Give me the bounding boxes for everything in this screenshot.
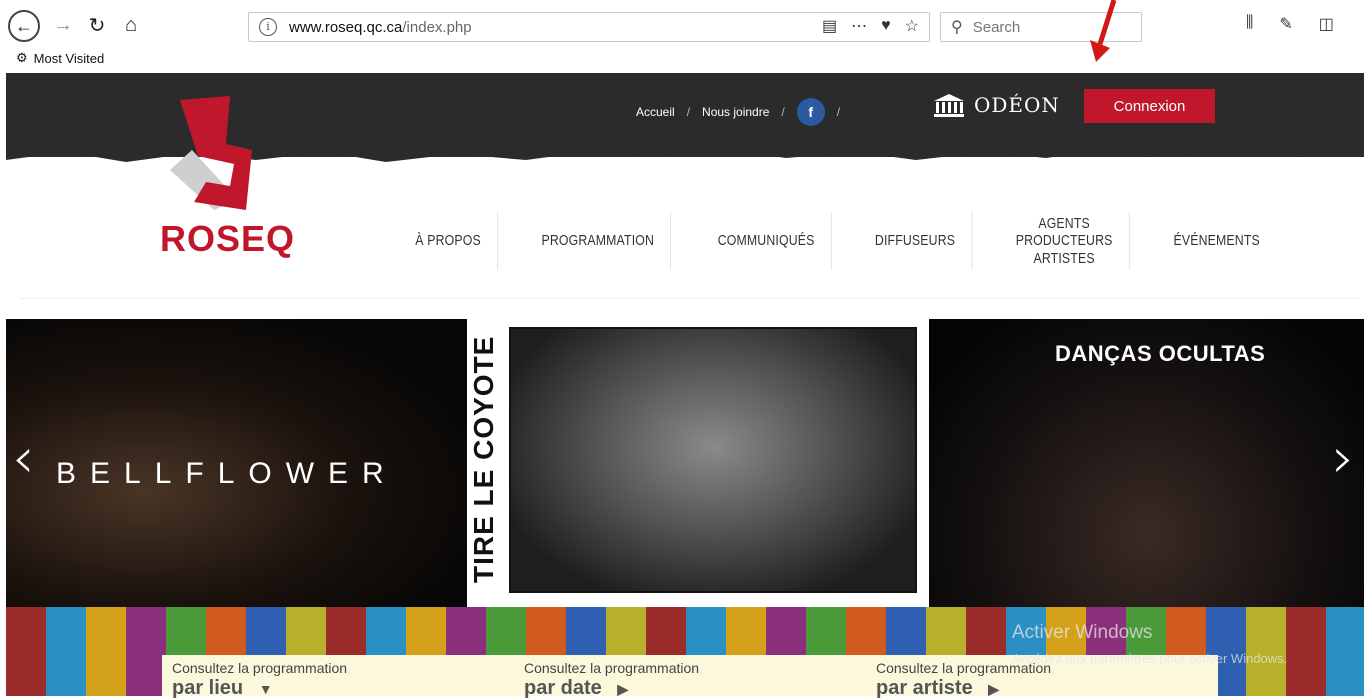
play-arrow-icon: ▶ (617, 681, 629, 697)
separator: / (781, 105, 785, 119)
connexion-button[interactable]: Connexion (1084, 89, 1215, 123)
windows-activation-title: Activer Windows (1012, 622, 1153, 643)
url-path: /index.php (402, 18, 472, 36)
library-icon[interactable]: ⫼ (1246, 14, 1253, 34)
forward-arrow-icon: → (53, 13, 73, 36)
top-links: Accueil / Nous joindre / f / (636, 98, 852, 126)
reader-view-icon[interactable]: ▤ (822, 16, 837, 36)
windows-activation-text: Accédez aux paramètres pour activer Wind… (1012, 651, 1288, 666)
slide-title-bellflower: BELLFLOWER (56, 457, 398, 490)
carousel[interactable]: BELLFLOWER TIRE LE COYOTE DANÇAS OCULTAS… (6, 319, 1364, 607)
slide-dancas-ocultas[interactable]: DANÇAS OCULTAS (929, 319, 1364, 607)
site-info-icon[interactable]: i (259, 18, 277, 36)
extension-icon[interactable]: ✎ (1279, 14, 1292, 34)
url-text[interactable]: www.roseq.qc.ca/index.php (289, 19, 472, 36)
browser-tools: ⫼ ✎ ◫ ⋮ (1246, 14, 1364, 34)
consult-label: Consultez la programmation (172, 660, 348, 676)
odeon-logo[interactable]: ODÉON (932, 92, 1060, 118)
play-arrow-icon: ▶ (988, 681, 1000, 697)
home-icon: ⌂ (124, 13, 138, 36)
logo-text[interactable]: ROSEQ (160, 218, 295, 260)
artist-portrait (511, 329, 915, 591)
consult-label: Consultez la programmation (524, 660, 700, 676)
reload-icon: ↻ (88, 14, 106, 37)
sidebar-icon[interactable]: ◫ (1319, 14, 1334, 34)
main-nav: À PROPOS PROGRAMMATION COMMUNIQUÉS DIFFU… (388, 212, 1290, 270)
slide-bellflower[interactable]: BELLFLOWER (6, 319, 467, 607)
facebook-icon[interactable]: f (796, 98, 825, 126)
nav-diffuseurs[interactable]: DIFFUSEURS (859, 212, 973, 270)
browser-toolbar: ← → ↻ ⌂ i www.roseq.qc.ca/index.php ▤ ⋯ … (0, 0, 1364, 66)
reload-button[interactable]: ↻ (84, 12, 110, 38)
nav-programmation[interactable]: PROGRAMMATION (525, 212, 672, 270)
pocket-icon[interactable]: ♥ (881, 17, 891, 35)
nav-a-propos[interactable]: À PROPOS (399, 212, 499, 270)
carousel-next-icon[interactable]: › (1332, 431, 1354, 487)
annotation-arrow (1090, 0, 1117, 62)
consult-title: par date ▶ (524, 677, 629, 699)
bookmark-most-visited[interactable]: ⚙ Most Visited (16, 50, 104, 66)
url-domain: www.roseq.qc.ca (289, 18, 403, 36)
slide-title-coyote: TIRE LE COYOTE (468, 335, 499, 583)
bookmark-label: Most Visited (33, 50, 105, 66)
back-arrow-icon: ← (15, 15, 33, 36)
slide-tire-le-coyote[interactable]: TIRE LE COYOTE (467, 319, 929, 607)
search-icon: ⚲ (951, 19, 963, 36)
consult-par-lieu[interactable]: Consultez la programmation par lieu ▼ (162, 655, 514, 699)
bookmark-star-icon[interactable]: ☆ (905, 16, 919, 36)
separator: / (686, 105, 691, 119)
forward-button[interactable]: → (50, 12, 76, 38)
gear-icon: ⚙ (16, 50, 28, 65)
nav-communiques[interactable]: COMMUNIQUÉS (702, 212, 833, 270)
odeon-building-icon (934, 94, 964, 117)
nav-evenements[interactable]: ÉVÉNEMENTS (1157, 212, 1276, 270)
page-actions-icon[interactable]: ⋯ (851, 16, 867, 36)
menu-icon[interactable]: ⋮ (1360, 14, 1364, 34)
dropdown-arrow-icon: ▼ (258, 681, 273, 697)
back-button[interactable]: ← (8, 10, 40, 42)
home-button[interactable]: ⌂ (118, 12, 144, 38)
link-nous-joindre[interactable]: Nous joindre (702, 105, 769, 119)
consult-title: par lieu ▼ (172, 677, 273, 699)
slide-title-dancas: DANÇAS OCULTAS (1055, 341, 1266, 366)
carousel-prev-icon[interactable]: ‹ (12, 431, 34, 487)
url-actions: ▤ ⋯ ♥ ☆ (822, 16, 919, 36)
odeon-label: ODÉON (974, 93, 1060, 117)
separator: / (836, 105, 841, 119)
consult-title: par artiste ▶ (876, 677, 1000, 699)
divider (20, 298, 1360, 301)
url-bar[interactable]: i www.roseq.qc.ca/index.php ▤ ⋯ ♥ ☆ (248, 12, 930, 42)
consult-par-date[interactable]: Consultez la programmation par date ▶ (514, 655, 866, 699)
link-accueil[interactable]: Accueil (636, 105, 675, 119)
nav-agents-producteurs-artistes[interactable]: AGENTS PRODUCTEURS ARTISTES (1000, 212, 1130, 270)
